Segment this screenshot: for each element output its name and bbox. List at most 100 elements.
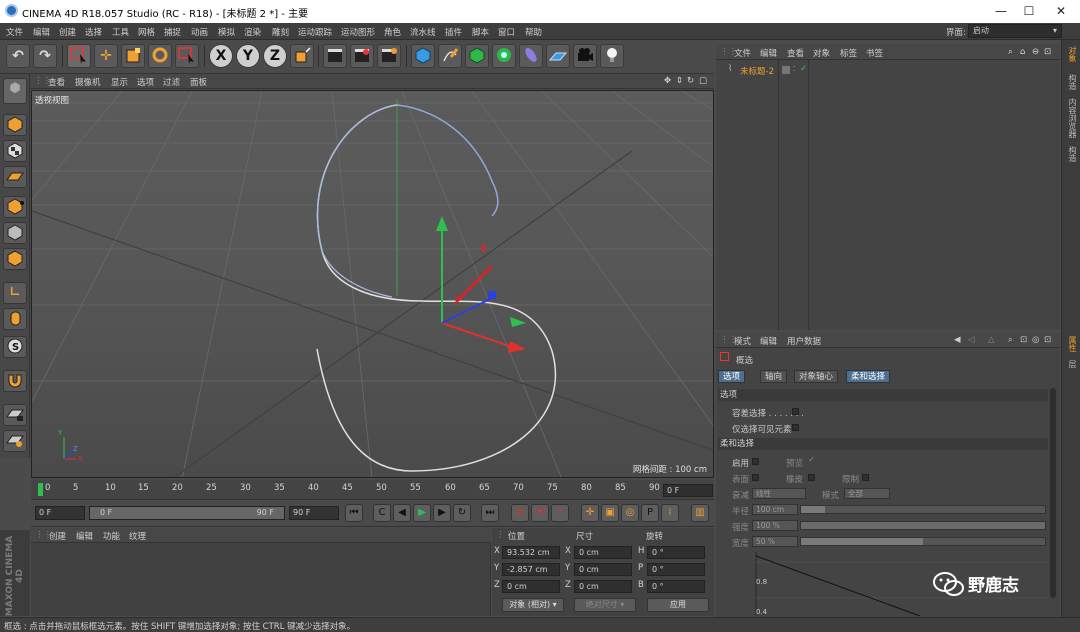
enable-checkbox[interactable] bbox=[752, 458, 759, 465]
key-position-button[interactable]: ✛ bbox=[581, 504, 599, 522]
perspective-viewport[interactable]: Y X Z 透视视图 网格间距 : 100 cm bbox=[31, 90, 714, 478]
attribute-menu-edit[interactable]: 编辑 bbox=[760, 335, 777, 347]
current-frame-field[interactable]: 0 F bbox=[663, 484, 713, 497]
menu-window[interactable]: 窗口 bbox=[498, 26, 515, 38]
size-x-field[interactable]: 0 cm bbox=[574, 546, 632, 559]
redo-button[interactable]: ↷ bbox=[33, 44, 57, 68]
coordinate-system-button[interactable] bbox=[290, 44, 314, 68]
light-button[interactable] bbox=[600, 44, 624, 68]
section-options-header[interactable]: 选项 bbox=[718, 389, 1048, 401]
search-icon[interactable]: ⌕ bbox=[1008, 47, 1013, 57]
make-editable-button[interactable]: ⬢ bbox=[3, 78, 27, 104]
key-scale-button[interactable]: ▣ bbox=[601, 504, 619, 522]
forward-arrow-icon[interactable]: ◁ bbox=[968, 335, 975, 345]
menu-mograph[interactable]: 运动图形 bbox=[341, 26, 375, 38]
width-field[interactable]: 50 % bbox=[752, 536, 798, 547]
viewport-dolly-icon[interactable]: ⇕ bbox=[676, 76, 683, 86]
menu-script[interactable]: 脚本 bbox=[472, 26, 489, 38]
texture-mode-button[interactable] bbox=[3, 140, 27, 162]
object-row[interactable]: ⌇ 未标题-2 ⁚ ✓ bbox=[718, 64, 1058, 77]
width-slider[interactable] bbox=[800, 537, 1046, 546]
minimize-button[interactable]: — bbox=[986, 2, 1016, 20]
snap-button[interactable]: S bbox=[3, 336, 27, 358]
strength-field[interactable]: 100 % bbox=[752, 520, 798, 531]
viewport-menu-options[interactable]: 选项 bbox=[137, 76, 154, 88]
start-frame-field[interactable]: 0 F bbox=[35, 506, 85, 520]
vtab-objects[interactable]: 对象 bbox=[1065, 46, 1078, 62]
render-to-picture-viewer-button[interactable] bbox=[350, 44, 374, 68]
next-frame-button[interactable]: ▶ bbox=[433, 504, 451, 522]
y-axis-lock-button[interactable]: Y bbox=[236, 44, 260, 68]
viewport-menu-display[interactable]: 显示 bbox=[111, 76, 128, 88]
timeline-window-button[interactable]: ▥ bbox=[691, 504, 709, 522]
camera-button[interactable] bbox=[573, 44, 597, 68]
viewport-menu-filter[interactable]: 过滤 bbox=[163, 76, 180, 88]
panel-menu-icon[interactable]: ⊡ bbox=[1044, 47, 1051, 57]
tolerant-selection-checkbox[interactable] bbox=[792, 408, 799, 415]
key-pla-button[interactable]: ⁞ bbox=[661, 504, 679, 522]
previous-key-button[interactable]: C bbox=[373, 504, 391, 522]
material-menu-function[interactable]: 功能 bbox=[103, 530, 120, 542]
deformer-button[interactable] bbox=[519, 44, 543, 68]
menu-render[interactable]: 渲染 bbox=[244, 26, 261, 38]
position-y-field[interactable]: -2.857 cm bbox=[502, 563, 560, 576]
z-axis-lock-button[interactable]: Z bbox=[263, 44, 287, 68]
object-render-dots-icon[interactable]: ⁚ bbox=[793, 65, 795, 73]
viewport-menu-camera[interactable]: 摄像机 bbox=[75, 76, 101, 88]
vtab-construct[interactable]: 构造 bbox=[1065, 146, 1078, 162]
pen-spline-button[interactable] bbox=[438, 44, 462, 68]
menu-sculpt[interactable]: 雕刻 bbox=[272, 26, 289, 38]
key-parameter-button[interactable]: P bbox=[641, 504, 659, 522]
link-icon[interactable]: ⊖ bbox=[1032, 47, 1039, 57]
model-mode-button[interactable] bbox=[3, 114, 27, 136]
record-keys-button[interactable]: ⊘ bbox=[511, 504, 529, 522]
visible-only-checkbox[interactable] bbox=[792, 424, 799, 431]
menu-pipeline[interactable]: 流水线 bbox=[410, 26, 436, 38]
restrict-checkbox[interactable] bbox=[862, 474, 869, 481]
maximize-button[interactable]: ☐ bbox=[1014, 2, 1044, 20]
autokey-button[interactable]: ⦿ bbox=[531, 504, 549, 522]
menu-mesh[interactable]: 网格 bbox=[138, 26, 155, 38]
subdivision-surface-button[interactable] bbox=[465, 44, 489, 68]
object-visibility-icon[interactable] bbox=[782, 66, 790, 74]
polygons-mode-button[interactable] bbox=[3, 248, 27, 270]
end-frame-field[interactable]: 90 F bbox=[289, 506, 339, 520]
rotate-button[interactable] bbox=[148, 44, 172, 68]
menu-create[interactable]: 创建 bbox=[59, 26, 76, 38]
live-selection-button[interactable] bbox=[67, 44, 91, 68]
menu-plugins[interactable]: 插件 bbox=[445, 26, 462, 38]
rotation-b-field[interactable]: 0 ° bbox=[647, 580, 705, 593]
viewport-maximize-icon[interactable]: ▢ bbox=[699, 76, 707, 86]
close-button[interactable]: ✕ bbox=[1046, 2, 1076, 20]
size-z-field[interactable]: 0 cm bbox=[574, 580, 632, 593]
surface-checkbox[interactable] bbox=[752, 474, 759, 481]
menu-motion-tracking[interactable]: 运动跟踪 bbox=[298, 26, 332, 38]
up-arrow-icon[interactable]: △ bbox=[988, 335, 995, 345]
menu-simulate[interactable]: 模拟 bbox=[218, 26, 235, 38]
object-menu-view[interactable]: 查看 bbox=[787, 47, 804, 59]
locked-workplane-button[interactable] bbox=[3, 404, 27, 426]
viewport-menu-view[interactable]: 查看 bbox=[48, 76, 65, 88]
recent-tool-button[interactable] bbox=[175, 44, 199, 68]
object-enabled-check-icon[interactable]: ✓ bbox=[800, 64, 808, 74]
move-button[interactable]: ✛ bbox=[94, 44, 118, 68]
home-icon[interactable]: ⌂ bbox=[1020, 47, 1025, 57]
target-icon[interactable]: ◎ bbox=[1032, 335, 1039, 345]
menu-edit[interactable]: 编辑 bbox=[33, 26, 50, 38]
radius-field[interactable]: 100 cm bbox=[752, 504, 798, 515]
radius-slider[interactable] bbox=[800, 505, 1046, 514]
falloff-select[interactable]: 线性 bbox=[752, 488, 806, 499]
array-button[interactable] bbox=[492, 44, 516, 68]
vtab-structure[interactable]: 构造 bbox=[1065, 74, 1078, 90]
cube-button[interactable] bbox=[411, 44, 435, 68]
position-x-field[interactable]: 93.532 cm bbox=[502, 546, 560, 559]
edges-mode-button[interactable] bbox=[3, 222, 27, 244]
vtab-content-browser[interactable]: 内容浏览器 bbox=[1065, 98, 1078, 138]
enable-snap-button[interactable] bbox=[3, 370, 27, 392]
menu-animate[interactable]: 动画 bbox=[191, 26, 208, 38]
coordinate-mode-select[interactable]: 对象 (相对) ▾ bbox=[502, 598, 564, 612]
panel-menu-icon[interactable]: ⊡ bbox=[1044, 335, 1051, 345]
attribute-menu-userdata[interactable]: 用户数据 bbox=[787, 335, 821, 347]
x-axis-lock-button[interactable]: X bbox=[209, 44, 233, 68]
rubber-checkbox[interactable] bbox=[808, 474, 815, 481]
